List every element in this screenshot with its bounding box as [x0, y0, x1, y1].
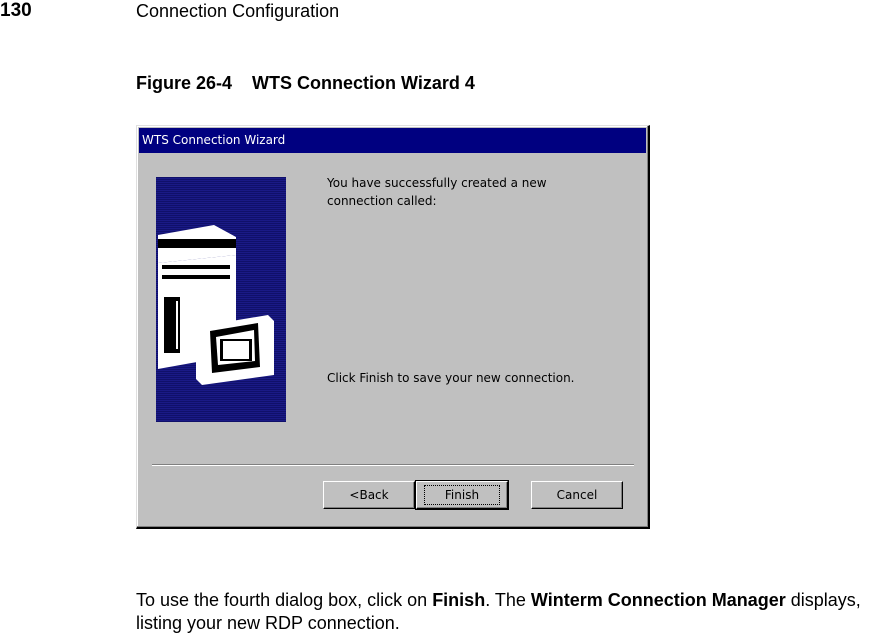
cancel-button-label: Cancel	[556, 488, 598, 502]
figure-label: Figure 26-4	[136, 73, 233, 93]
body-manager-term: Winterm Connection Manager	[530, 590, 786, 610]
back-button[interactable]: <Back	[323, 481, 415, 509]
monitor-icon	[196, 315, 274, 385]
body-finish-term: Finish	[432, 590, 486, 610]
wizard-graphic	[156, 177, 286, 422]
figure-title: WTS Connection Wizard 4	[252, 73, 475, 93]
finish-button[interactable]: Finish	[415, 480, 509, 510]
finish-button-label: Finish	[423, 485, 501, 505]
dialog-divider	[152, 464, 634, 466]
wizard-dialog: WTS Connection Wizard You have successfu…	[136, 125, 650, 529]
dialog-titlebar[interactable]: WTS Connection Wizard	[139, 128, 646, 153]
cancel-button[interactable]: Cancel	[531, 481, 623, 509]
figure-caption: Figure 26-4 WTS Connection Wizard 4	[136, 73, 475, 94]
body-text-part2: . The	[485, 590, 531, 610]
finish-instruction: Click Finish to save your new connection…	[327, 371, 575, 385]
page-number: 130	[0, 0, 32, 21]
back-button-label: <Back	[349, 488, 389, 502]
body-paragraph: To use the fourth dialog box, click on F…	[136, 589, 888, 635]
section-title: Connection Configuration	[136, 1, 340, 21]
success-message: You have successfully created a new conn…	[327, 176, 547, 208]
body-text-part1: To use the fourth dialog box, click on	[136, 590, 433, 610]
